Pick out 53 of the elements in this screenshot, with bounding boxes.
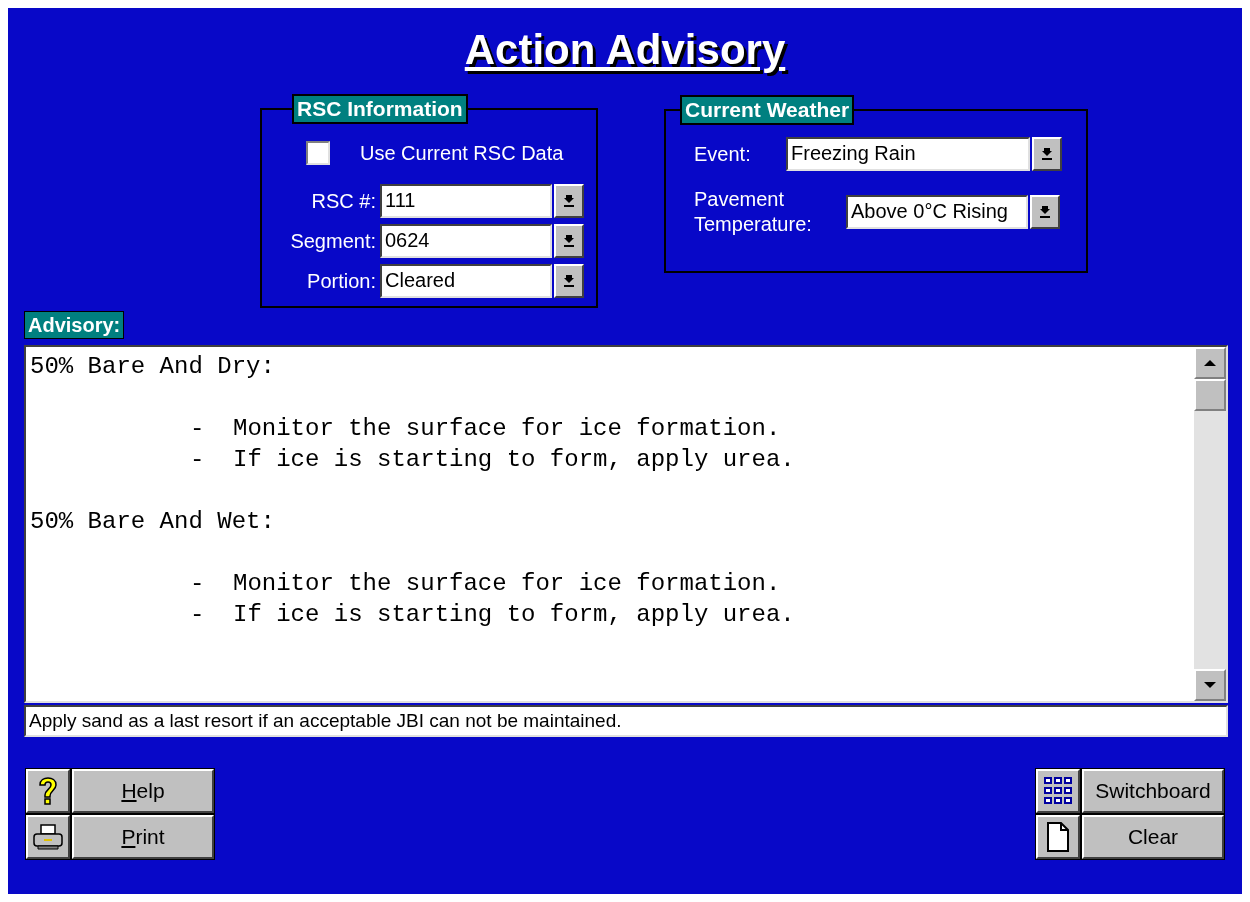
down-arrow-icon xyxy=(563,234,575,248)
advisory-line: If ice is starting to form, apply urea. xyxy=(233,600,795,630)
down-arrow-icon xyxy=(1041,147,1053,161)
dropdown-arrow-button[interactable] xyxy=(1030,195,1060,229)
action-button[interactable]: Print xyxy=(72,815,214,859)
field-label: Portion: xyxy=(306,269,377,294)
scroll-down-button[interactable] xyxy=(1194,669,1226,701)
field-label: RSC #: xyxy=(310,189,377,214)
page-title: Action Advisory xyxy=(464,25,786,75)
down-arrow-icon xyxy=(563,274,575,288)
checkbox-label: Use Current RSC Data xyxy=(360,141,564,166)
dropdown-field[interactable]: 0624 xyxy=(380,224,552,258)
dash-marker: - xyxy=(190,445,206,475)
page-button[interactable] xyxy=(1036,815,1080,859)
panel-legend: RSC Information xyxy=(292,94,468,124)
page-icon xyxy=(1046,822,1070,852)
down-arrow-icon xyxy=(1039,205,1051,219)
action-button[interactable]: Clear xyxy=(1082,815,1224,859)
advisory-line: If ice is starting to form, apply urea. xyxy=(233,445,795,475)
action-button[interactable]: Help xyxy=(72,769,214,813)
checkbox[interactable] xyxy=(306,141,330,165)
field-label: Pavement Temperature: xyxy=(694,187,813,237)
down-arrow-icon xyxy=(563,194,575,208)
dash-marker: - xyxy=(190,414,206,444)
dropdown-arrow-button[interactable] xyxy=(554,184,584,218)
grid-icon xyxy=(1043,776,1073,806)
printer-button[interactable] xyxy=(26,815,70,859)
help-button[interactable] xyxy=(26,769,70,813)
panel-legend: Current Weather xyxy=(680,95,855,125)
dropdown-field[interactable]: Above 0°C Rising xyxy=(846,195,1028,229)
printer-icon xyxy=(32,824,64,850)
dash-marker: - xyxy=(190,569,206,599)
field-label: Event: xyxy=(694,141,752,167)
dropdown-arrow-button[interactable] xyxy=(554,264,584,298)
action-button[interactable]: Switchboard xyxy=(1082,769,1224,813)
advisory-label: Advisory: xyxy=(24,311,125,339)
advisory-heading: 50% Bare And Dry: xyxy=(30,352,276,382)
advisory-heading: 50% Bare And Wet: xyxy=(30,507,276,537)
field-label: Segment: xyxy=(289,229,377,254)
down-arrow-icon xyxy=(1203,681,1217,689)
dropdown-field[interactable]: Freezing Rain xyxy=(786,137,1030,171)
dropdown-arrow-button[interactable] xyxy=(1032,137,1062,171)
scroll-up-button[interactable] xyxy=(1194,347,1226,379)
advisory-line: Monitor the surface for ice formation. xyxy=(233,414,781,444)
help-icon xyxy=(37,776,59,806)
dropdown-field[interactable]: Cleared xyxy=(380,264,552,298)
dropdown-field[interactable]: 111 xyxy=(380,184,552,218)
scroll-thumb[interactable] xyxy=(1194,379,1226,411)
up-arrow-icon xyxy=(1203,359,1217,367)
dash-marker: - xyxy=(190,600,206,630)
dropdown-arrow-button[interactable] xyxy=(554,224,584,258)
advisory-line: Monitor the surface for ice formation. xyxy=(233,569,781,599)
grid-button[interactable] xyxy=(1036,769,1080,813)
